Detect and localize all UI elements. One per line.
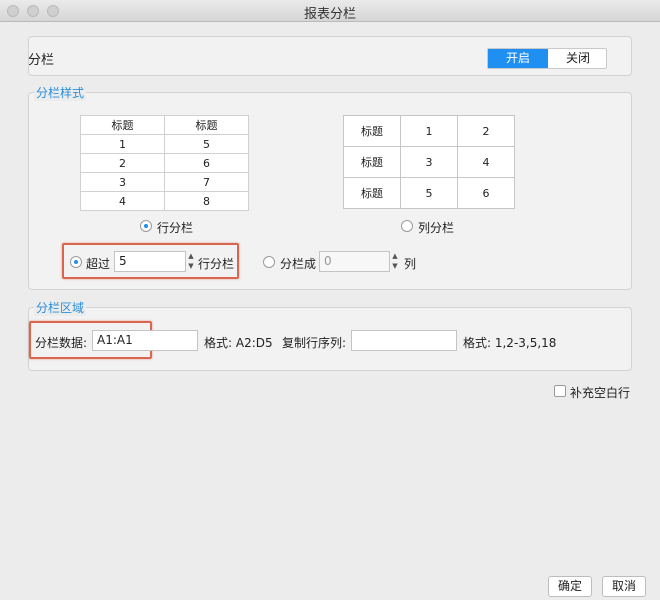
table-row: 1 5 bbox=[80, 134, 249, 154]
split-columns-stepper[interactable]: ▲ ▼ bbox=[390, 251, 400, 272]
area-section-title: 分栏区域 bbox=[34, 299, 87, 316]
row-split-radio[interactable] bbox=[140, 220, 152, 232]
split-count-radio[interactable] bbox=[263, 256, 275, 268]
table-row: 标题 标题 bbox=[80, 115, 249, 135]
table-cell: 2 bbox=[80, 153, 165, 173]
table-cell: 7 bbox=[164, 172, 249, 192]
table-row: 3 7 bbox=[80, 172, 249, 192]
ok-button[interactable]: 确定 bbox=[548, 576, 592, 597]
window-title: 报表分栏 bbox=[303, 7, 356, 22]
table-cell: 6 bbox=[164, 153, 249, 173]
data-range-input[interactable]: A1:A1 bbox=[92, 330, 198, 351]
split-count-label: 分栏成 bbox=[280, 257, 317, 271]
table-row: 标题 1 2 bbox=[343, 115, 515, 147]
fill-blank-checkbox[interactable] bbox=[554, 385, 566, 397]
table-cell: 4 bbox=[457, 146, 515, 178]
row-split-label: 行分栏 bbox=[157, 221, 194, 235]
col-split-radio[interactable] bbox=[401, 220, 413, 232]
exceed-radio[interactable] bbox=[70, 256, 82, 268]
copy-rows-input[interactable] bbox=[351, 330, 457, 351]
copy-rows-format: 格式: 1,2-3,5,18 bbox=[463, 336, 557, 350]
table-cell: 标题 bbox=[343, 115, 401, 147]
table-row: 2 6 bbox=[80, 153, 249, 173]
table-cell: 1 bbox=[80, 134, 165, 154]
data-range-label: 分栏数据: bbox=[35, 336, 88, 350]
col-split-label: 列分栏 bbox=[418, 221, 455, 235]
table-cell: 5 bbox=[164, 134, 249, 154]
table-cell: 1 bbox=[400, 115, 458, 147]
table-cell: 3 bbox=[400, 146, 458, 178]
dialog-window: 报表分栏 分栏 开启 关闭 分栏样式 标题 标题 1 5 2 6 3 7 4 8 bbox=[0, 0, 660, 600]
title-bar: 报表分栏 bbox=[0, 0, 660, 22]
table-row: 4 8 bbox=[80, 191, 249, 211]
col-split-preview-table: 标题 1 2 标题 3 4 标题 5 6 bbox=[343, 115, 515, 209]
fill-blank-label: 补充空白行 bbox=[570, 386, 631, 400]
table-cell: 3 bbox=[80, 172, 165, 192]
row-split-preview-table: 标题 标题 1 5 2 6 3 7 4 8 bbox=[80, 115, 249, 211]
table-cell: 2 bbox=[457, 115, 515, 147]
table-row: 标题 5 6 bbox=[343, 177, 515, 209]
table-header-cell: 标题 bbox=[80, 115, 165, 135]
exceed-label: 超过 bbox=[86, 257, 111, 271]
copy-rows-label: 复制行序列: bbox=[282, 336, 347, 350]
exceed-rows-input[interactable]: 5 bbox=[114, 251, 186, 272]
exceed-rows-stepper[interactable]: ▲ ▼ bbox=[186, 251, 196, 272]
toggle-on-button[interactable]: 开启 bbox=[488, 49, 548, 68]
table-cell: 5 bbox=[400, 177, 458, 209]
table-row: 标题 3 4 bbox=[343, 146, 515, 178]
toggle-off-button[interactable]: 关闭 bbox=[548, 49, 608, 68]
table-cell: 标题 bbox=[343, 146, 401, 178]
split-toggle: 开启 关闭 bbox=[487, 48, 607, 69]
exceed-suffix-label: 行分栏 bbox=[198, 257, 235, 271]
cancel-button[interactable]: 取消 bbox=[602, 576, 646, 597]
split-columns-suffix: 列 bbox=[404, 257, 417, 271]
style-section-title: 分栏样式 bbox=[34, 84, 87, 101]
table-cell: 8 bbox=[164, 191, 249, 211]
split-columns-input[interactable]: 0 bbox=[319, 251, 390, 272]
table-cell: 6 bbox=[457, 177, 515, 209]
split-toggle-label: 分栏 bbox=[28, 53, 55, 68]
table-cell: 4 bbox=[80, 191, 165, 211]
table-header-cell: 标题 bbox=[164, 115, 249, 135]
data-range-format: 格式: A2:D5 bbox=[204, 336, 273, 350]
table-cell: 标题 bbox=[343, 177, 401, 209]
